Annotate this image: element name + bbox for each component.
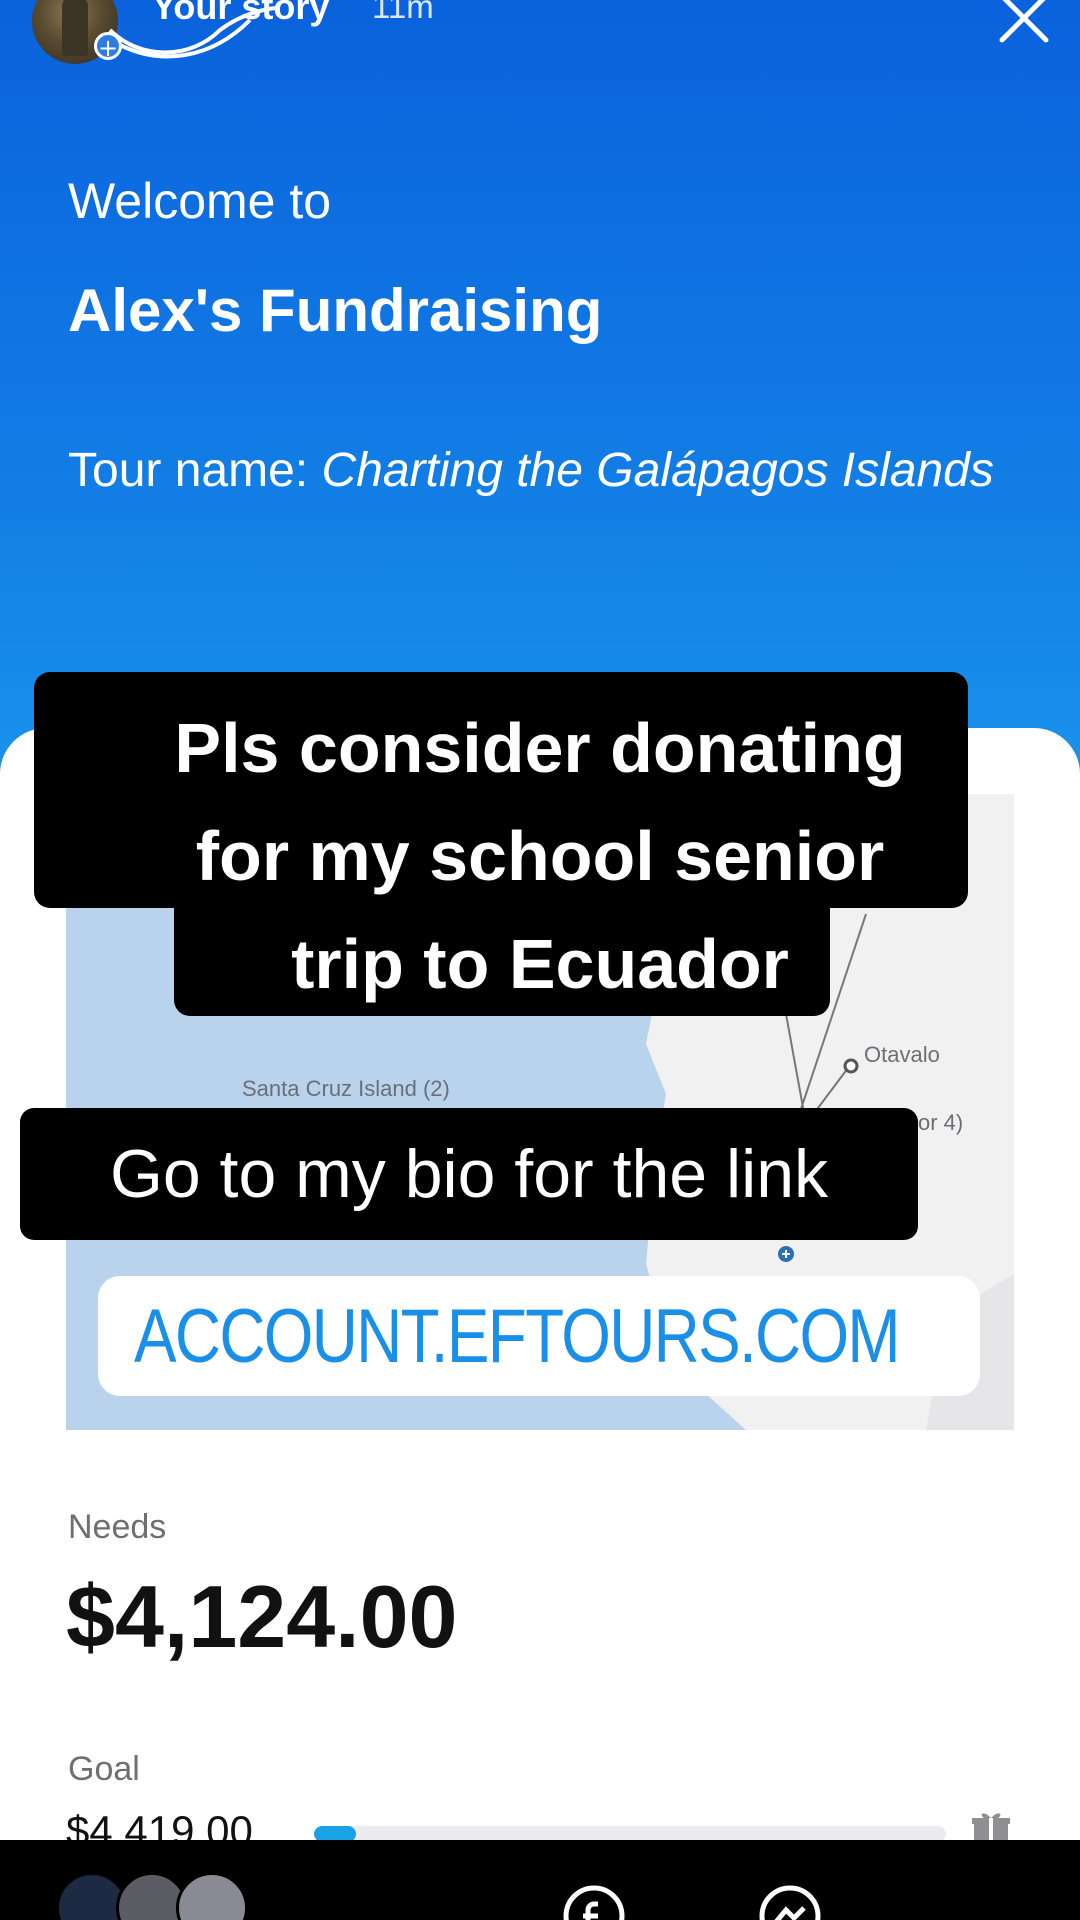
- story-screen: + Your story 11m Welcome to Alex's Fundr…: [0, 0, 1080, 1920]
- close-icon[interactable]: [994, 0, 1054, 52]
- caption-line-3: trip to Ecuador: [291, 925, 789, 1003]
- gift-icon[interactable]: [972, 1812, 1010, 1840]
- link-sticker[interactable]: ACCOUNT.EFTOURS.COM: [98, 1276, 980, 1396]
- messenger-icon[interactable]: [758, 1884, 822, 1920]
- goal-progress-bar: [314, 1826, 946, 1840]
- story-canvas[interactable]: + Your story 11m Welcome to Alex's Fundr…: [0, 0, 1080, 1840]
- caption-line-2: for my school senior: [195, 817, 885, 895]
- tour-name: Charting the Galápagos Islands: [321, 444, 994, 497]
- map-label-santa-cruz: Santa Cruz Island (2): [242, 1076, 450, 1101]
- welcome-text: Welcome to: [68, 173, 332, 229]
- goal-progress-fill: [314, 1826, 357, 1840]
- goal-amount: $4,419.00: [66, 1807, 253, 1840]
- story-bottom-bar: [0, 1840, 1080, 1920]
- map-label-partial: or 4): [918, 1110, 964, 1135]
- needs-label: Needs: [68, 1508, 167, 1546]
- avatar-figure: [62, 0, 88, 56]
- story-timestamp: 11m: [372, 0, 434, 25]
- viewer-avatar[interactable]: [176, 1872, 248, 1920]
- story-header: + Your story 11m: [0, 0, 1080, 70]
- needs-amount: $4,124.00: [66, 1567, 458, 1666]
- fundraiser-title: Alex's Fundraising: [68, 277, 603, 344]
- caption-line-1: Pls consider donating: [174, 709, 906, 787]
- map-label-otavalo: Otavalo: [864, 1042, 940, 1067]
- caption-bio-link: Go to my bio for the link: [20, 1108, 918, 1240]
- story-owner-label[interactable]: Your story: [152, 0, 329, 28]
- link-sticker-text: ACCOUNT.EFTOURS.COM: [134, 1293, 901, 1379]
- tour-prefix: Tour name:: [68, 444, 322, 497]
- goal-label: Goal: [68, 1750, 140, 1788]
- facebook-icon[interactable]: [562, 1884, 626, 1920]
- tour-line: Tour name: Charting the Galápagos Island…: [68, 428, 1028, 514]
- caption-donate: Pls consider donating for my school seni…: [0, 694, 1080, 1018]
- add-story-badge[interactable]: +: [94, 32, 122, 61]
